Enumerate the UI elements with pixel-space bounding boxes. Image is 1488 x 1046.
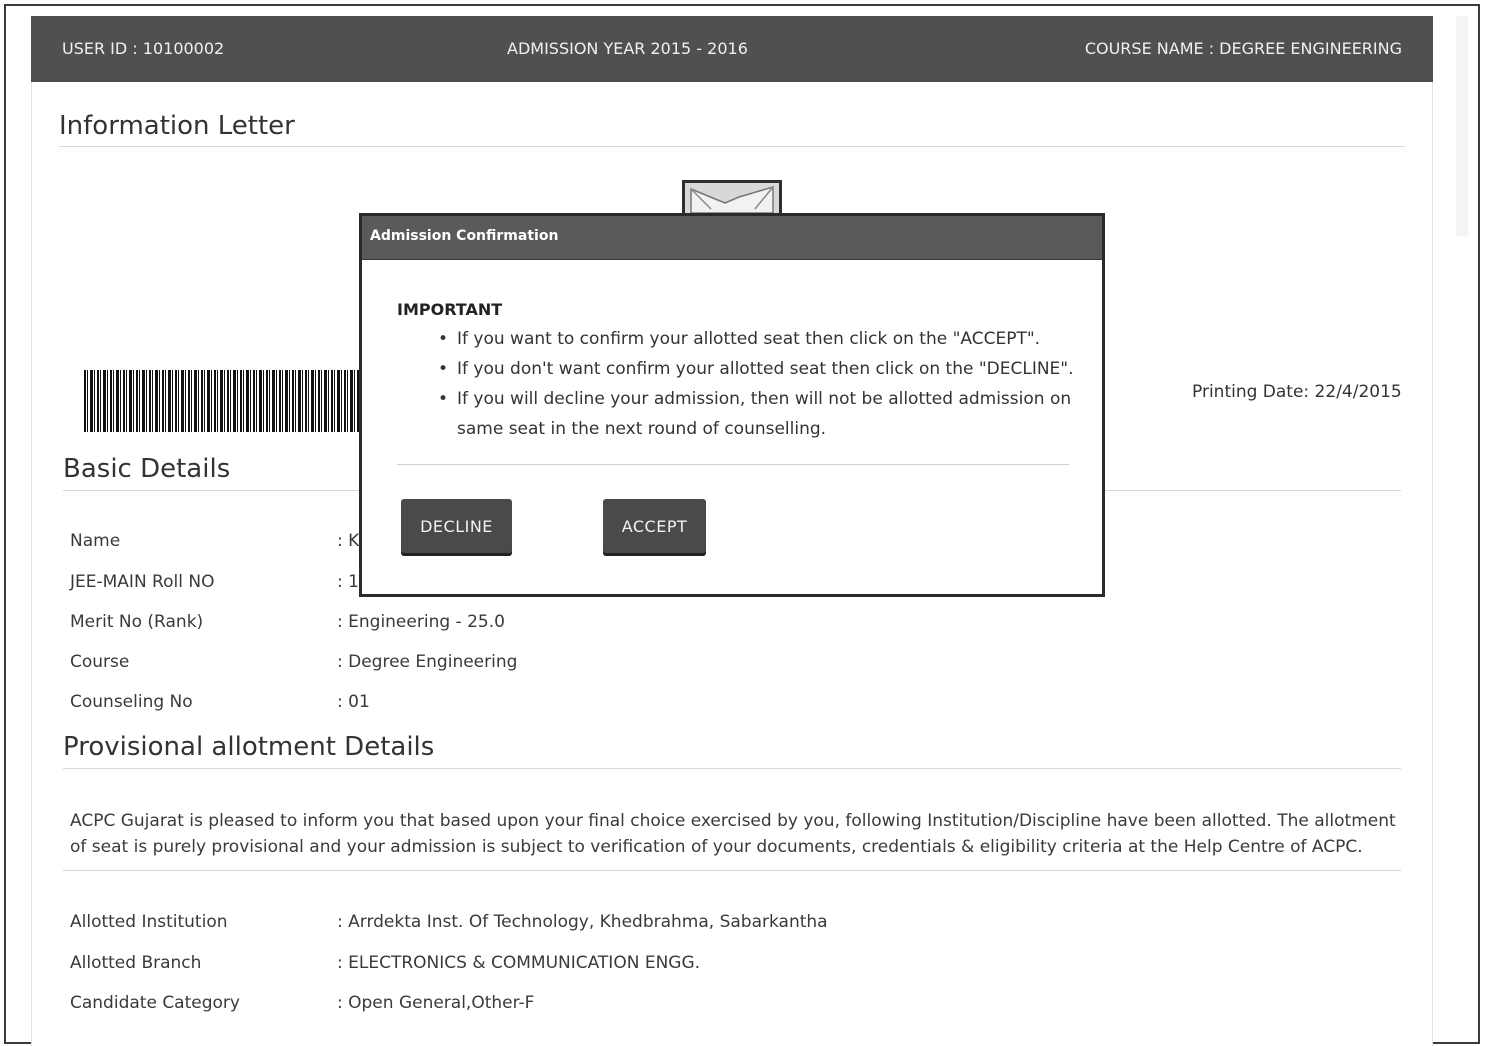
- paragraph-divider: [63, 870, 1401, 871]
- scrollbar-track[interactable]: [1456, 16, 1468, 236]
- instruction-text: If you don't want confirm your allotted …: [457, 359, 1074, 379]
- instruction-list: • If you want to confirm your allotted se…: [397, 324, 1077, 444]
- admission-confirmation-dialog: Admission Confirmation IMPORTANT • If you…: [359, 213, 1105, 597]
- detail-label: JEE-MAIN Roll NO: [70, 572, 215, 592]
- bullet-icon: •: [438, 329, 449, 349]
- detail-value: : ELECTRONICS & COMMUNICATION ENGG.: [337, 953, 701, 973]
- dialog-title: Admission Confirmation: [370, 228, 559, 244]
- decline-button[interactable]: DECLINE: [401, 499, 512, 553]
- list-item: • If you want to confirm your allotted se…: [397, 324, 1077, 354]
- important-heading: IMPORTANT: [397, 300, 503, 319]
- list-item: • If you will decline your admission, the…: [397, 384, 1077, 444]
- detail-label: Allotted Institution: [70, 912, 228, 932]
- detail-value: : Open General,Other-F: [337, 993, 535, 1013]
- detail-value: : 01: [337, 692, 370, 712]
- information-letter-title: Information Letter: [59, 111, 295, 141]
- basic-details-title: Basic Details: [63, 454, 231, 484]
- detail-value: : K: [337, 531, 360, 551]
- detail-label: Course: [70, 652, 130, 672]
- provisional-allotment-title: Provisional allotment Details: [63, 732, 435, 762]
- admission-year-text: ADMISSION YEAR 2015 - 2016: [507, 39, 748, 58]
- title-divider: [59, 146, 1405, 147]
- list-item: • If you don't want confirm your allotted…: [397, 354, 1077, 384]
- detail-label: Counseling No: [70, 692, 193, 712]
- detail-value: : Degree Engineering: [337, 652, 518, 672]
- detail-value: : Arrdekta Inst. Of Technology, Khedbrah…: [337, 912, 828, 932]
- dialog-header: Admission Confirmation: [362, 216, 1102, 260]
- provisional-divider: [63, 768, 1401, 769]
- instruction-text: If you will decline your admission, then…: [457, 389, 1072, 439]
- detail-label: Allotted Branch: [70, 953, 202, 973]
- accept-button[interactable]: ACCEPT: [603, 499, 706, 553]
- instruction-text: If you want to confirm your allotted sea…: [457, 329, 1041, 349]
- detail-value: : 1: [337, 572, 359, 592]
- detail-label: Name: [70, 531, 121, 551]
- dialog-divider: [397, 464, 1069, 465]
- bullet-icon: •: [438, 389, 449, 409]
- top-info-bar: USER ID : 10100002 ADMISSION YEAR 2015 -…: [31, 16, 1433, 82]
- user-id-text: USER ID : 10100002: [62, 39, 225, 58]
- allotment-notice-paragraph: ACPC Gujarat is pleased to inform you th…: [70, 811, 1396, 857]
- detail-value: : Engineering - 25.0: [337, 612, 505, 632]
- printing-date: Printing Date: 22/4/2015: [1192, 382, 1402, 402]
- bullet-icon: •: [438, 359, 449, 379]
- detail-label: Merit No (Rank): [70, 612, 204, 632]
- detail-label: Candidate Category: [70, 993, 240, 1013]
- course-name-text: COURSE NAME : DEGREE ENGINEERING: [1084, 39, 1402, 58]
- barcode-image: [84, 370, 360, 432]
